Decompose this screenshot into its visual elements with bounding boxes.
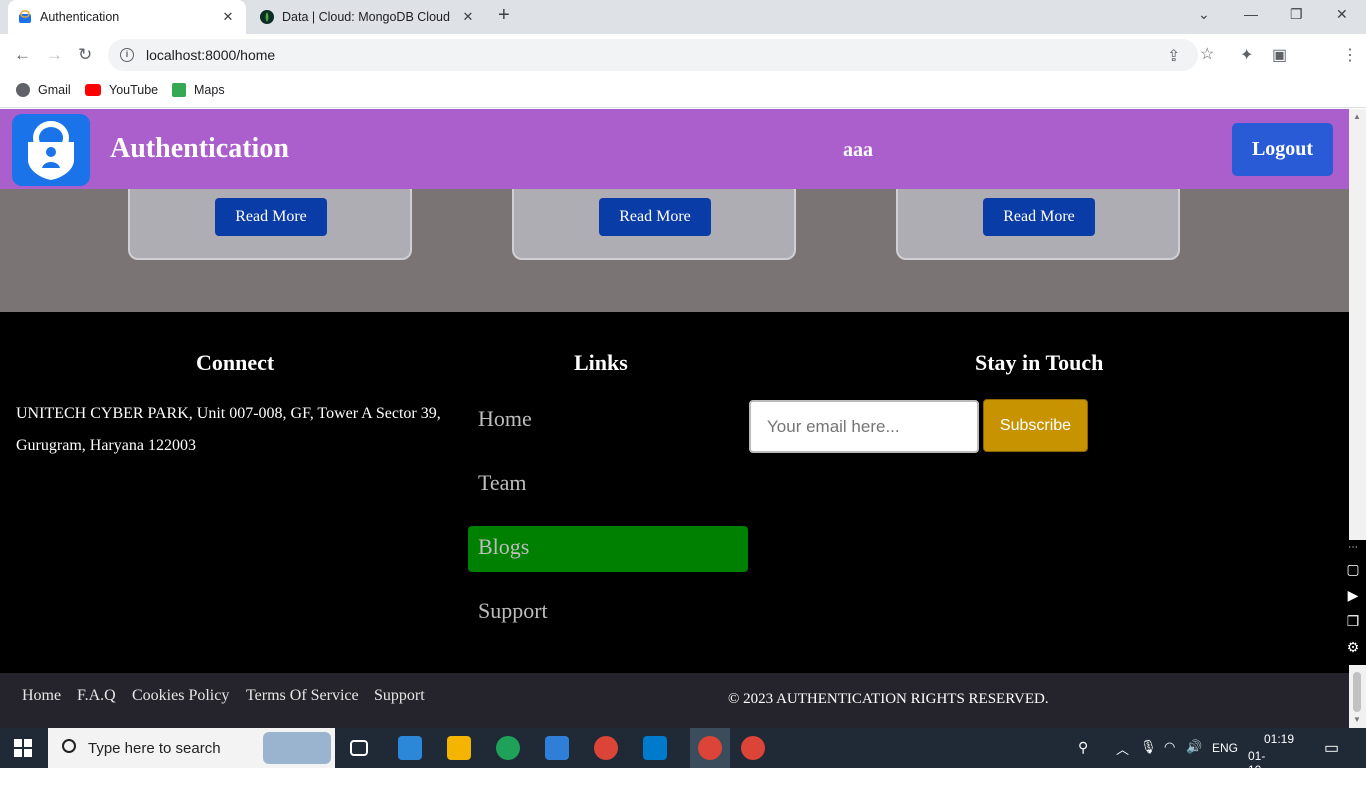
scroll-up-icon[interactable]: ▲ [1353,112,1361,121]
brand-title[interactable]: Authentication [110,133,289,165]
new-tab-icon[interactable]: + [498,4,510,27]
camera-icon[interactable]: ▢ [1340,556,1366,582]
tab-title: Authentication [40,10,120,24]
logout-button[interactable]: Logout [1232,123,1333,176]
bottom-link-home[interactable]: Home [22,687,61,705]
bottom-link-cookies-policy[interactable]: Cookies Policy [132,687,229,705]
taskbar-search[interactable]: Type here to search [48,728,335,768]
stay-in-touch-heading: Stay in Touch [975,350,1104,375]
people-icon[interactable]: ⚲ [1078,739,1088,756]
username-label: aaa [843,139,873,161]
links-heading: Links [574,350,628,375]
extensions-icon[interactable]: ✦ [1240,45,1253,65]
settings-gear-icon[interactable]: ⚙ [1340,634,1366,660]
browser-menu-icon[interactable]: ⋮ [1342,45,1358,65]
edge-icon[interactable] [496,736,520,760]
task-view-icon[interactable] [350,740,368,756]
microphone-icon[interactable]: 🎙 [1140,739,1157,755]
close-window-icon[interactable]: ✕ [1336,6,1348,23]
chrome-active-icon[interactable] [690,728,730,768]
scrollbar-thumb[interactable] [1353,672,1361,712]
clock-time[interactable]: 01:19 [1264,732,1294,746]
copyright-text: © 2023 AUTHENTICATION RIGHTS RESERVED. [728,691,1049,707]
bookmark-label: Gmail [38,83,71,97]
search-placeholder: Type here to search [88,739,221,757]
bookmark-label: Maps [194,83,225,97]
notification-icon[interactable]: ▭ [1324,738,1339,758]
read-more-button[interactable]: Read More [983,198,1095,236]
connect-heading: Connect [196,350,275,375]
windows-start-icon[interactable] [14,739,32,757]
scroll-down-icon[interactable]: ▼ [1353,715,1361,724]
maps-icon [172,83,186,97]
browser-toolbar: ← → ↻ i localhost:8000/home ⇪ ☆ ✦ ▣ ⋮ [0,34,1366,100]
address-line: UNITECH CYBER PARK, Unit 007-008, GF, To… [16,405,441,422]
bookmark-gmail[interactable]: Gmail [16,83,71,97]
email-input[interactable] [749,400,979,453]
site-info-icon[interactable]: i [120,48,134,62]
back-icon[interactable]: ← [14,45,31,65]
reload-icon[interactable]: ↻ [78,45,92,65]
footer-link-blogs[interactable]: Blogs [468,526,748,572]
network-icon[interactable]: ◠ [1164,739,1175,755]
store-icon[interactable] [398,736,422,760]
footer-link-team[interactable]: Team [468,462,748,508]
url-text: localhost:8000/home [146,47,276,63]
minimize-icon[interactable]: — [1244,6,1258,22]
tab-search-chevron-icon[interactable]: ⌄ [1198,6,1210,23]
bottom-link-terms[interactable]: Terms Of Service [246,687,359,705]
youtube-icon [85,84,101,96]
language-indicator[interactable]: ENG [1212,741,1238,755]
bookmarks-bar: Gmail YouTube Maps [0,76,1366,108]
footer-link-home[interactable]: Home [468,398,748,444]
bottom-link-faq[interactable]: F.A.Q [77,687,116,705]
footer-link-support[interactable]: Support [468,590,748,636]
mongodb-leaf-icon [260,10,274,24]
address-line: Gurugram, Haryana 122003 [16,437,196,454]
search-icon [62,739,76,753]
bottom-bar: Home F.A.Q Cookies Policy Terms Of Servi… [0,673,1349,728]
vscode-icon[interactable] [643,736,667,760]
video-icon[interactable]: ▶ [1340,582,1366,608]
chrome-profile-icon[interactable] [741,736,765,760]
bookmark-maps[interactable]: Maps [172,83,225,97]
read-more-button[interactable]: Read More [215,198,327,236]
tab-title: Data | Cloud: MongoDB Cloud [282,10,450,24]
bottom-link-support[interactable]: Support [374,687,425,705]
window-icon[interactable]: ❐ [1340,608,1366,634]
cards-section: Read More Read More Read More [0,169,1349,312]
floating-capture-toolbar: ⋯ ▢ ▶ ❐ ⚙ [1340,540,1366,665]
file-explorer-icon[interactable] [447,736,471,760]
globe-icon [16,83,30,97]
mail-icon[interactable] [545,736,569,760]
tab-authentication[interactable]: Authentication ✕ [8,0,246,34]
more-icon[interactable]: ⋯ [1340,540,1366,556]
close-tab-icon[interactable]: ✕ [220,9,236,25]
tab-mongodb[interactable]: Data | Cloud: MongoDB Cloud ✕ [250,0,486,34]
windows-taskbar: Type here to search ⚲ ︿ 🎙 ◠ 🔊 ENG 01:19 … [0,728,1366,791]
address-bar[interactable]: i localhost:8000/home [108,39,1198,71]
chrome-icon[interactable] [594,736,618,760]
search-highlight-image [263,732,331,764]
bookmark-label: YouTube [109,83,159,97]
restore-icon[interactable]: ❐ [1290,6,1303,23]
lock-logo-icon [12,114,90,186]
site-header: Authentication aaa Logout [0,109,1349,189]
volume-icon[interactable]: 🔊 [1186,739,1202,755]
tray-chevron-icon[interactable]: ︿ [1116,739,1129,758]
share-icon[interactable]: ⇪ [1167,46,1180,66]
bookmark-youtube[interactable]: YouTube [85,83,158,97]
browser-tab-bar: Authentication ✕ Data | Cloud: MongoDB C… [0,0,1366,34]
site-footer: Connect UNITECH CYBER PARK, Unit 007-008… [0,312,1349,673]
read-more-button[interactable]: Read More [599,198,711,236]
address-text: UNITECH CYBER PARK, Unit 007-008, GF, To… [16,398,466,462]
side-panel-icon[interactable]: ▣ [1272,45,1287,65]
page-viewport[interactable]: Authentication aaa Logout Read More Read… [0,109,1349,728]
forward-icon[interactable]: → [46,45,63,65]
site-favicon-icon [19,10,31,23]
bookmark-star-icon[interactable]: ☆ [1200,44,1214,64]
clock-date[interactable]: 01-10-2023 [1248,749,1275,791]
subscribe-button[interactable]: Subscribe [983,399,1088,452]
close-tab-icon[interactable]: ✕ [460,9,476,25]
